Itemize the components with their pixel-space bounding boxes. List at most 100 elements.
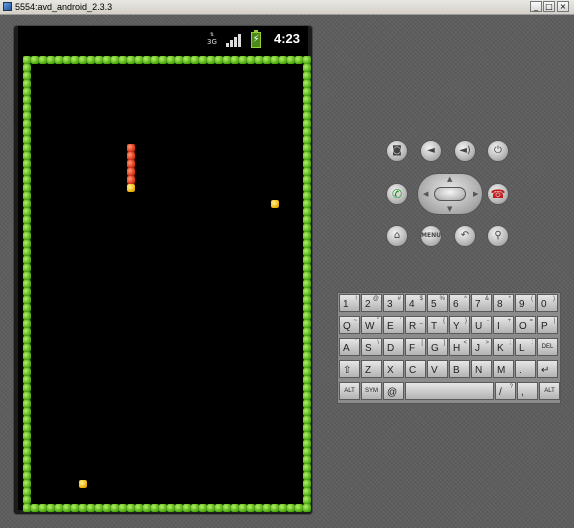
key-g[interactable]: G]: [427, 338, 448, 356]
wall-tile: [31, 504, 39, 512]
dpad-right-icon[interactable]: ▶: [473, 191, 478, 198]
key-c[interactable]: C: [405, 360, 426, 378]
close-button[interactable]: ×: [557, 1, 569, 12]
key-7[interactable]: 7 &: [471, 294, 492, 312]
wall-tile: [71, 56, 79, 64]
wall-tile: [79, 56, 87, 64]
key-w[interactable]: W ": [361, 316, 382, 334]
dpad-down-icon[interactable]: ▼: [447, 206, 452, 213]
key-e[interactable]: E ': [383, 316, 404, 334]
key-shift[interactable]: ⇧: [339, 360, 360, 378]
key-alt-label: =: [529, 318, 533, 324]
key-y[interactable]: Y}: [449, 316, 470, 334]
key-z[interactable]: Z: [361, 360, 382, 378]
wall-tile: [247, 504, 255, 512]
key-2[interactable]: 2 @: [361, 294, 382, 312]
key-u[interactable]: U-: [471, 316, 492, 334]
key-alt-label: ): [553, 296, 555, 302]
key-at[interactable]: @: [383, 382, 404, 400]
key-8[interactable]: 8 *: [493, 294, 514, 312]
key-alt-label: -: [487, 318, 489, 324]
key-slash[interactable]: /?: [495, 382, 516, 400]
key-6[interactable]: 6 ^: [449, 294, 470, 312]
key-space[interactable]: [405, 382, 494, 400]
wall-tile: [47, 504, 55, 512]
key-sym[interactable]: SYM: [361, 382, 382, 400]
snake-game-board[interactable]: [18, 52, 311, 512]
wall-tile: [207, 504, 215, 512]
back-icon[interactable]: ↶: [454, 225, 476, 247]
key-alt-label: {: [442, 318, 445, 324]
key-1[interactable]: 1!: [339, 294, 360, 312]
title-bar[interactable]: 5554:avd_android_2.3.3 _ □ ×: [0, 0, 574, 15]
wall-tile: [79, 504, 87, 512]
wall-tile: [303, 224, 311, 232]
key-r[interactable]: R _: [405, 316, 426, 334]
key-label: F: [409, 343, 416, 354]
key-d[interactable]: D: [383, 338, 404, 356]
key-alt-label: ?: [509, 384, 513, 390]
key-alt-label: +: [507, 318, 511, 324]
key-5[interactable]: 5%: [427, 294, 448, 312]
key-4[interactable]: 4 $: [405, 294, 426, 312]
key-q[interactable]: Q ~: [339, 316, 360, 334]
end-call-icon[interactable]: ☎: [487, 183, 509, 205]
wall-tile: [23, 56, 31, 64]
key-comma[interactable]: ,: [517, 382, 538, 400]
minimize-button[interactable]: _: [530, 1, 542, 12]
key-enter[interactable]: ↵: [537, 360, 558, 378]
wall-tile: [127, 56, 135, 64]
key-period[interactable]: .: [515, 360, 536, 378]
key-t[interactable]: T{: [427, 316, 448, 334]
dpad-center-button[interactable]: [434, 187, 466, 201]
key-a[interactable]: A `: [339, 338, 360, 356]
wall-tile: [143, 504, 151, 512]
power-icon[interactable]: ⏻: [487, 140, 509, 162]
call-icon[interactable]: ✆: [386, 183, 408, 205]
key-x[interactable]: X: [383, 360, 404, 378]
wall-tile: [303, 240, 311, 248]
snake-segment: [127, 160, 135, 168]
key-alt-label: \: [377, 340, 379, 346]
key-s[interactable]: S \: [361, 338, 382, 356]
key-label: ,: [521, 387, 524, 398]
dpad-left-icon[interactable]: ◀: [423, 191, 428, 198]
key-3[interactable]: 3 #: [383, 294, 404, 312]
key-j[interactable]: J >: [471, 338, 492, 356]
menu-button[interactable]: MENU: [420, 225, 442, 247]
wall-tile: [23, 280, 31, 288]
key-l[interactable]: L:: [515, 338, 536, 356]
wall-tile: [303, 472, 311, 480]
key-alt[interactable]: ALT: [539, 382, 560, 400]
key-m[interactable]: M: [493, 360, 514, 378]
key-del[interactable]: DEL: [537, 338, 558, 356]
volume-up-icon[interactable]: ◄): [454, 140, 476, 162]
maximize-button[interactable]: □: [543, 1, 555, 12]
key-alt-label: ]: [443, 340, 445, 346]
key-alt[interactable]: ALT: [339, 382, 360, 400]
wall-tile: [191, 56, 199, 64]
key-9[interactable]: 9(: [515, 294, 536, 312]
device-screen[interactable]: ⇅ 3G ⚡ 4:23: [18, 26, 311, 512]
wall-tile: [175, 56, 183, 64]
key-alt-label: ;: [509, 340, 511, 346]
key-b[interactable]: B: [449, 360, 470, 378]
home-icon[interactable]: ⌂: [386, 225, 408, 247]
key-f[interactable]: F[: [405, 338, 426, 356]
key-k[interactable]: K;: [493, 338, 514, 356]
wall-tile: [303, 64, 311, 72]
key-o[interactable]: O =: [515, 316, 536, 334]
key-0[interactable]: 0): [537, 294, 558, 312]
key-i[interactable]: I +: [493, 316, 514, 334]
dpad[interactable]: ▲ ▼ ◀ ▶: [417, 173, 483, 215]
dpad-up-icon[interactable]: ▲: [447, 176, 452, 183]
key-h[interactable]: H <: [449, 338, 470, 356]
volume-down-icon[interactable]: ◄: [420, 140, 442, 162]
camera-icon[interactable]: ◙: [386, 140, 408, 162]
key-p[interactable]: P |: [537, 316, 558, 334]
search-icon[interactable]: ⚲: [487, 225, 509, 247]
key-v[interactable]: V: [427, 360, 448, 378]
key-n[interactable]: N: [471, 360, 492, 378]
wall-tile: [303, 336, 311, 344]
wall-tile: [87, 56, 95, 64]
